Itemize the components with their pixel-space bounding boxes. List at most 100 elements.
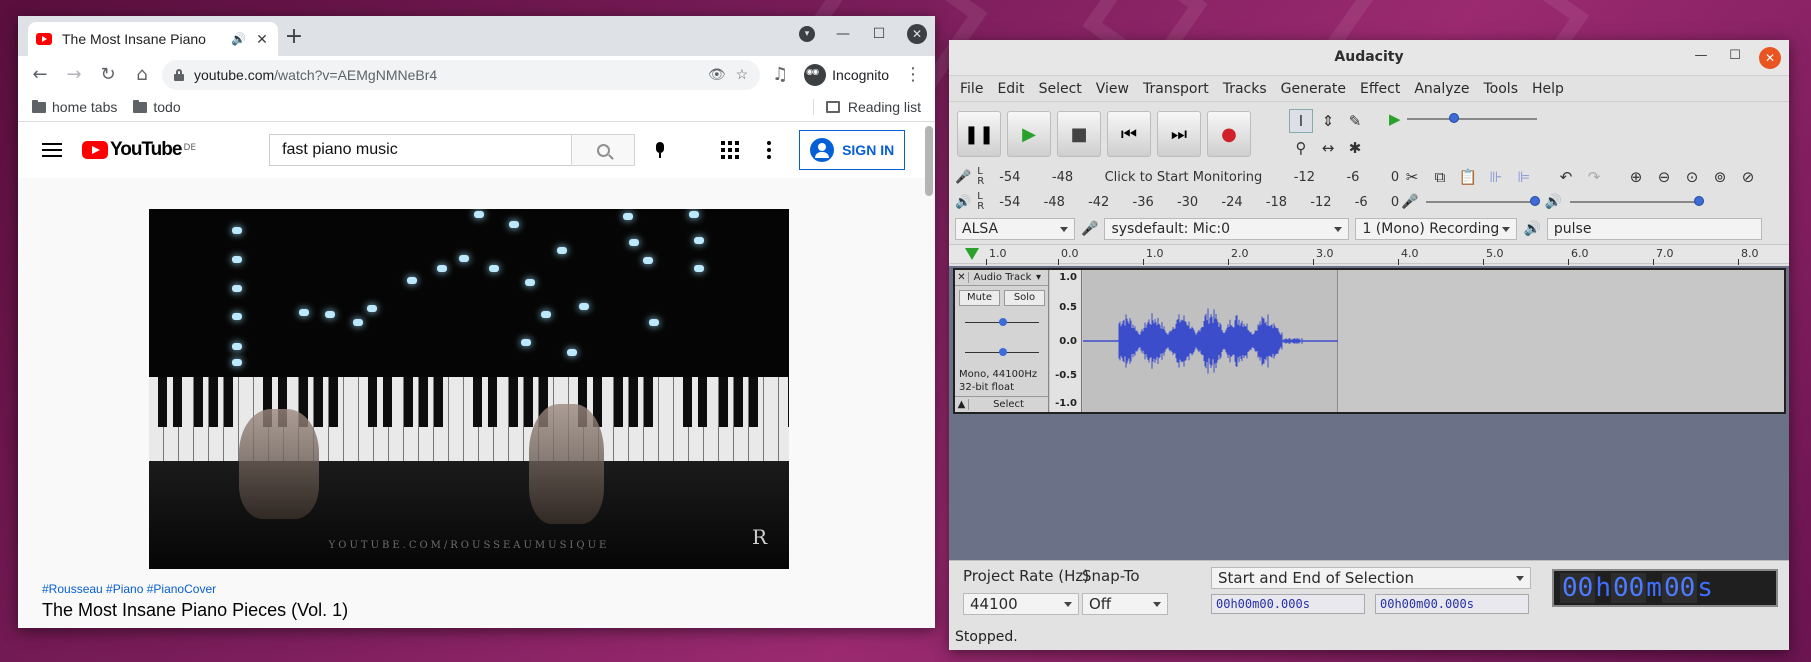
- project-rate-select[interactable]: 44100: [963, 593, 1079, 615]
- menu-select[interactable]: Select: [1032, 81, 1089, 97]
- cut-icon[interactable]: ✂: [1401, 168, 1423, 186]
- menu-analyze[interactable]: Analyze: [1407, 81, 1476, 97]
- audio-position-display[interactable]: 00 h 00 m 00 s: [1552, 569, 1778, 607]
- minimize-button[interactable]: —: [835, 26, 851, 42]
- video-player[interactable]: YOUTUBE.COM/ROUSSEAUMUSIQUE R: [149, 209, 789, 569]
- reload-button[interactable]: ↻: [94, 61, 122, 89]
- hamburger-menu-icon[interactable]: [42, 143, 62, 157]
- playback-volume-slider[interactable]: [1569, 196, 1704, 206]
- forward-button[interactable]: →: [60, 61, 88, 89]
- recording-meter[interactable]: 🎤 LR -54 -48 Click to Start Monitoring -…: [955, 165, 1399, 189]
- new-tab-button[interactable]: +: [280, 24, 308, 52]
- zoom-out-icon[interactable]: ⊖: [1653, 168, 1675, 186]
- snap-to-select[interactable]: Off: [1082, 593, 1168, 615]
- solo-button[interactable]: Solo: [1004, 290, 1045, 306]
- voice-search-mic-icon[interactable]: [655, 142, 665, 158]
- search-button[interactable]: [571, 134, 636, 166]
- lock-icon[interactable]: [174, 68, 184, 81]
- maximize-button[interactable]: ☐: [1725, 48, 1745, 63]
- url-text[interactable]: youtube.com/watch?v=AEMgNMNeBr4: [194, 67, 698, 83]
- tracking-blocked-icon[interactable]: 👁: [708, 66, 726, 83]
- redo-icon[interactable]: ↷: [1583, 168, 1605, 186]
- playback-device-select[interactable]: pulse: [1546, 218, 1762, 240]
- page-scrollbar[interactable]: [925, 126, 933, 196]
- mute-button[interactable]: Mute: [959, 290, 1000, 306]
- home-button[interactable]: ⌂: [128, 61, 156, 89]
- incognito-indicator[interactable]: Incognito: [800, 63, 893, 86]
- youtube-logo[interactable]: YouTube DE: [82, 139, 196, 161]
- trim-icon[interactable]: ⊪: [1485, 168, 1507, 186]
- video-hashtags[interactable]: #Rousseau #Piano #PianoCover: [42, 582, 216, 596]
- silence-icon[interactable]: ⊫: [1513, 168, 1535, 186]
- selection-start-time[interactable]: 00h00m00.000s: [1211, 594, 1365, 614]
- audio-host-select[interactable]: ALSA: [955, 218, 1075, 240]
- play-at-speed-icon[interactable]: ▶: [1389, 110, 1401, 128]
- bookmark-folder-home-tabs[interactable]: home tabs: [32, 99, 117, 115]
- zoom-tool-icon[interactable]: ⚲: [1289, 136, 1313, 160]
- play-speed-slider[interactable]: [1406, 113, 1537, 123]
- selection-mode-select[interactable]: Start and End of Selection: [1211, 567, 1531, 589]
- settings-more-icon[interactable]: [767, 141, 772, 159]
- recording-device-select[interactable]: sysdefault: Mic:0: [1104, 218, 1350, 240]
- menu-help[interactable]: Help: [1525, 81, 1571, 97]
- record-button[interactable]: ●: [1207, 111, 1251, 157]
- browser-tab[interactable]: The Most Insane Piano 🔊 ✕: [28, 22, 278, 56]
- menu-generate[interactable]: Generate: [1274, 81, 1353, 97]
- audio-playing-icon[interactable]: 🔊: [231, 32, 246, 46]
- apps-grid-icon[interactable]: [721, 141, 740, 159]
- menu-file[interactable]: File: [953, 81, 990, 97]
- search-input[interactable]: fast piano music: [269, 134, 572, 166]
- copy-icon[interactable]: ⧉: [1429, 168, 1451, 186]
- selection-tool-icon[interactable]: I: [1289, 108, 1313, 133]
- recording-channels-select[interactable]: 1 (Mono) Recording: [1355, 218, 1518, 240]
- sign-in-button[interactable]: SIGN IN: [799, 130, 906, 170]
- zoom-toggle-icon[interactable]: ⊘: [1737, 168, 1759, 186]
- menu-effect[interactable]: Effect: [1353, 81, 1407, 97]
- menu-tools[interactable]: Tools: [1477, 81, 1526, 97]
- bookmark-star-icon[interactable]: ☆: [736, 66, 749, 83]
- back-button[interactable]: ←: [26, 61, 54, 89]
- fit-project-icon[interactable]: ⊚: [1709, 168, 1731, 186]
- maximize-button[interactable]: ☐: [871, 26, 887, 42]
- chrome-menu-icon[interactable]: ⋮: [899, 61, 927, 89]
- close-window-button[interactable]: ✕: [907, 24, 927, 44]
- track-name-menu[interactable]: Audio Track: [969, 272, 1036, 283]
- close-window-button[interactable]: ✕: [1759, 47, 1781, 69]
- play-head-triangle-icon[interactable]: [965, 248, 979, 260]
- media-control-icon[interactable]: ♫: [766, 61, 794, 89]
- bookmark-folder-todo[interactable]: todo: [133, 99, 181, 115]
- draw-tool-icon[interactable]: ✎: [1343, 109, 1367, 133]
- menu-view[interactable]: View: [1089, 81, 1136, 97]
- skip-to-start-button[interactable]: ⏮: [1107, 111, 1151, 157]
- pan-slider[interactable]: [965, 348, 1039, 356]
- selection-end-time[interactable]: 00h00m00.000s: [1375, 594, 1529, 614]
- gain-slider[interactable]: [965, 318, 1039, 326]
- multi-tool-icon[interactable]: ✱: [1343, 136, 1367, 160]
- close-track-icon[interactable]: ✕: [955, 272, 969, 283]
- click-to-start-monitoring[interactable]: Click to Start Monitoring: [1105, 170, 1263, 185]
- playback-meter[interactable]: 🔊 LR -54 -48 -42 -36 -30 -24 -18 -12 -6 0: [955, 190, 1399, 214]
- select-track-button[interactable]: Select: [969, 399, 1048, 410]
- menu-tracks[interactable]: Tracks: [1216, 81, 1274, 97]
- play-button[interactable]: ▶: [1007, 111, 1051, 157]
- waveform-clip[interactable]: [1083, 270, 1338, 412]
- stop-button[interactable]: ■: [1057, 111, 1101, 157]
- fit-selection-icon[interactable]: ⊙: [1681, 168, 1703, 186]
- undo-icon[interactable]: ↶: [1555, 168, 1577, 186]
- paste-icon[interactable]: 📋: [1457, 168, 1479, 186]
- close-tab-icon[interactable]: ✕: [254, 31, 270, 48]
- tab-search-icon[interactable]: ▾: [799, 26, 815, 42]
- timeline-ruler[interactable]: 1.0 0.0 1.0 2.0 3.0 4.0 5.0 6.0 7.0 8.0: [949, 244, 1789, 265]
- zoom-in-icon[interactable]: ⊕: [1625, 168, 1647, 186]
- collapse-track-icon[interactable]: ▲: [955, 399, 969, 410]
- track-menu-arrow-icon[interactable]: ▾: [1036, 272, 1048, 283]
- time-shift-tool-icon[interactable]: ↔: [1316, 136, 1340, 160]
- menu-transport[interactable]: Transport: [1136, 81, 1216, 97]
- envelope-tool-icon[interactable]: ⇕: [1316, 109, 1340, 133]
- record-volume-slider[interactable]: [1426, 196, 1541, 206]
- reading-list-button[interactable]: Reading list: [812, 99, 921, 115]
- address-bar[interactable]: youtube.com/watch?v=AEMgNMNeBr4 👁 ☆: [162, 59, 761, 90]
- skip-to-end-button[interactable]: ⏭: [1157, 111, 1201, 157]
- empty-track-space[interactable]: [1339, 270, 1784, 412]
- audio-track[interactable]: ✕ Audio Track ▾ Mute Solo Mono, 44100Hz …: [953, 268, 1786, 414]
